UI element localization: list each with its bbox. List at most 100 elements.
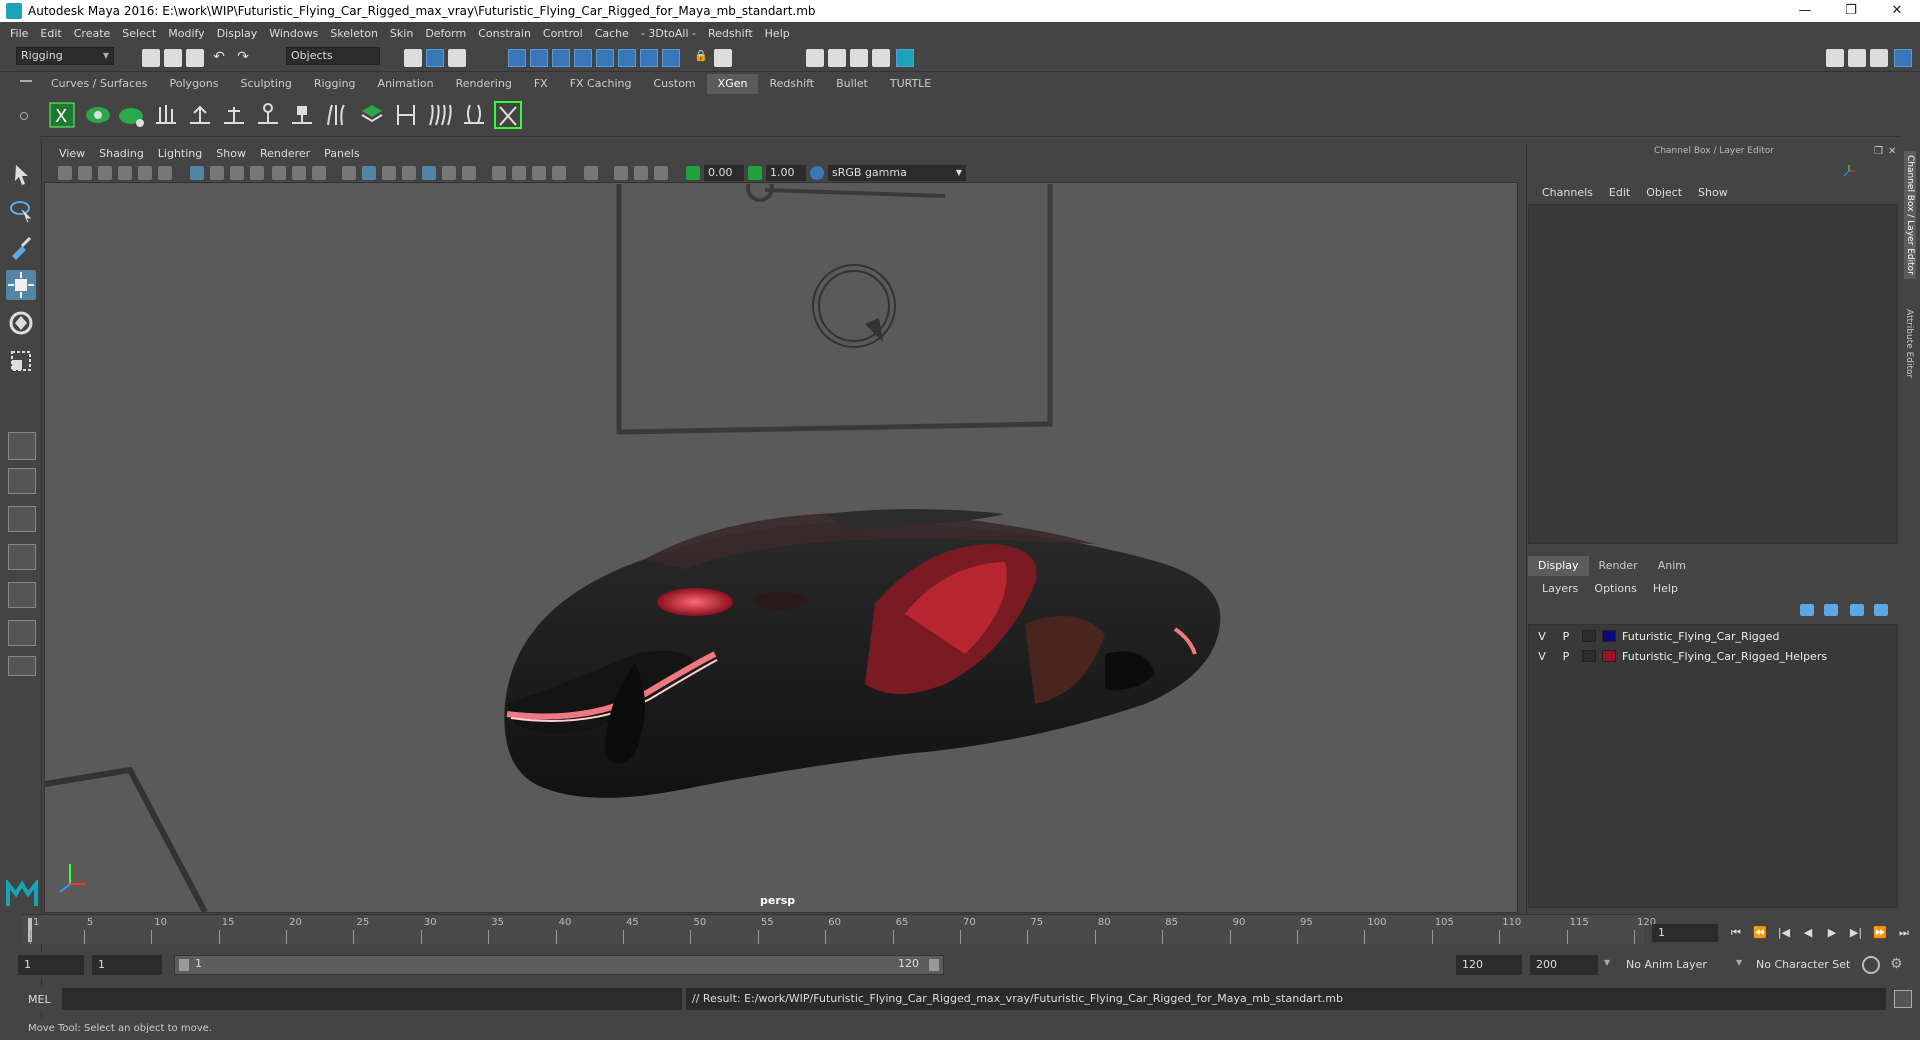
step-back-key-icon[interactable]: |◀: [1774, 924, 1794, 942]
playback-start-field[interactable]: 1: [92, 955, 162, 975]
use-all-lights-icon[interactable]: [442, 166, 456, 180]
move-layer-down-icon[interactable]: [1824, 604, 1838, 616]
shelf-settings-icon[interactable]: [20, 112, 28, 120]
panel-menu-view[interactable]: View: [52, 147, 92, 160]
rotate-control-icon[interactable]: [812, 264, 896, 348]
modeling-toolkit-icon[interactable]: [1826, 49, 1844, 67]
move-tool-icon[interactable]: [6, 270, 36, 300]
xgen-interactive-groom-icon[interactable]: [392, 101, 420, 129]
camera-attributes-icon[interactable]: [78, 166, 92, 180]
select-hierarchy-icon[interactable]: [404, 49, 422, 67]
command-language-label[interactable]: MEL: [28, 993, 51, 1006]
layer-display-type[interactable]: [1582, 650, 1596, 662]
snap-together-icon[interactable]: [640, 49, 658, 67]
range-slider[interactable]: 1 120: [174, 955, 944, 975]
gamma-field[interactable]: 1.00: [766, 165, 806, 181]
film-gate-icon[interactable]: [210, 166, 224, 180]
close-panel-icon[interactable]: ✕: [1888, 146, 1896, 157]
multisample-aa-icon[interactable]: [532, 166, 546, 180]
field-chart-icon[interactable]: [272, 166, 286, 180]
channel-box-menu-channels[interactable]: Channels: [1534, 186, 1601, 199]
layer-playback-toggle[interactable]: P: [1554, 630, 1578, 643]
xray-icon[interactable]: [614, 166, 628, 180]
range-start-handle[interactable]: [179, 959, 189, 971]
default-material-icon[interactable]: [382, 166, 396, 180]
tab-channel-box-layer-editor[interactable]: Channel Box / Layer Editor: [1904, 151, 1916, 279]
menu-redshift[interactable]: Redshift: [702, 27, 759, 40]
step-back-frame-icon[interactable]: ⏪: [1750, 924, 1770, 942]
snap-live-icon[interactable]: [596, 49, 614, 67]
tab-anim-layers[interactable]: Anim: [1648, 556, 1696, 576]
animation-start-field[interactable]: 1: [18, 955, 84, 975]
menu-create[interactable]: Create: [68, 27, 117, 40]
auto-key-icon[interactable]: [1862, 956, 1880, 974]
snap-point-icon[interactable]: [552, 49, 570, 67]
chevron-down-icon[interactable]: ▼: [1604, 958, 1610, 967]
wireframe-on-shaded-icon[interactable]: [402, 166, 416, 180]
xgen-grid-icon[interactable]: [358, 101, 386, 129]
layer-menu-help[interactable]: Help: [1645, 582, 1686, 595]
isolate-select-icon[interactable]: [584, 166, 598, 180]
smooth-shade-icon[interactable]: [362, 166, 376, 180]
panel-menu-lighting[interactable]: Lighting: [151, 147, 209, 160]
animation-end-field[interactable]: 200: [1530, 955, 1598, 975]
scene-view[interactable]: [45, 184, 1517, 912]
play-backwards-icon[interactable]: ◀: [1798, 924, 1818, 942]
snap-view-plane-icon[interactable]: [574, 49, 592, 67]
tab-bullet[interactable]: Bullet: [825, 74, 879, 94]
ipr-render-icon[interactable]: [850, 49, 868, 67]
tab-display-layers[interactable]: Display: [1528, 556, 1589, 576]
tab-rendering[interactable]: Rendering: [445, 74, 523, 94]
tab-redshift[interactable]: Redshift: [758, 74, 825, 94]
depth-of-field-icon[interactable]: [552, 166, 566, 180]
render-settings-icon[interactable]: [872, 49, 890, 67]
color-management-icon[interactable]: [810, 166, 824, 180]
layer-row[interactable]: V P Futuristic_Flying_Car_Rigged: [1530, 627, 1892, 645]
menu-skin[interactable]: Skin: [384, 27, 419, 40]
menu-edit[interactable]: Edit: [34, 27, 67, 40]
bookmarks-icon[interactable]: [98, 166, 112, 180]
menu-display[interactable]: Display: [211, 27, 264, 40]
chevron-down-icon[interactable]: ▼: [1736, 958, 1742, 967]
panel-menu-panels[interactable]: Panels: [317, 147, 366, 160]
layer-visibility-toggle[interactable]: V: [1530, 650, 1554, 663]
tab-xgen[interactable]: XGen: [706, 74, 759, 94]
open-scene-icon[interactable]: [164, 49, 182, 67]
attribute-editor-toggle-icon[interactable]: [1848, 49, 1866, 67]
playback-end-field[interactable]: 120: [1456, 955, 1522, 975]
float-panel-icon[interactable]: ❐: [1874, 146, 1883, 157]
screen-space-ao-icon[interactable]: [492, 166, 506, 180]
shadows-icon[interactable]: [462, 166, 476, 180]
layer-menu-layers[interactable]: Layers: [1534, 582, 1586, 595]
menu-modify[interactable]: Modify: [162, 27, 210, 40]
outliner-persp-layout-icon[interactable]: [8, 620, 36, 646]
single-perspective-view-icon[interactable]: [8, 432, 36, 460]
xray-components-icon[interactable]: [654, 166, 668, 180]
tab-fx-caching[interactable]: FX Caching: [559, 74, 643, 94]
play-forwards-icon[interactable]: ▶: [1822, 924, 1842, 942]
channel-box-menu-object[interactable]: Object: [1638, 186, 1690, 199]
xgen-sculpt-guide-icon[interactable]: [186, 101, 214, 129]
menu-select[interactable]: Select: [116, 27, 162, 40]
tab-sculpting[interactable]: Sculpting: [229, 74, 302, 94]
layer-display-type[interactable]: [1582, 630, 1596, 642]
menu-windows[interactable]: Windows: [263, 27, 324, 40]
step-forward-frame-icon[interactable]: ⏩: [1870, 924, 1890, 942]
select-tool-icon[interactable]: [6, 160, 36, 190]
grid-toggle-icon[interactable]: [190, 166, 204, 180]
channel-box-menu-edit[interactable]: Edit: [1601, 186, 1638, 199]
view-transform-dropdown[interactable]: sRGB gamma ▼: [828, 165, 966, 181]
xgen-groom-tool-icon[interactable]: [494, 101, 522, 129]
redo-icon[interactable]: ↷: [234, 49, 252, 67]
tool-settings-toggle-icon[interactable]: [1870, 49, 1888, 67]
rig-control-corner[interactable]: [45, 766, 208, 912]
select-object-icon[interactable]: [426, 49, 444, 67]
layer-playback-toggle[interactable]: P: [1554, 650, 1578, 663]
xgen-lock-guide-icon[interactable]: [288, 101, 316, 129]
xgen-select-guide-icon[interactable]: [254, 101, 282, 129]
go-to-end-icon[interactable]: ⏭: [1894, 924, 1914, 942]
paint-select-tool-icon[interactable]: [6, 232, 36, 262]
undo-icon[interactable]: ↶: [210, 49, 228, 67]
menu-deform[interactable]: Deform: [419, 27, 472, 40]
symmetry-icon[interactable]: [618, 49, 636, 67]
